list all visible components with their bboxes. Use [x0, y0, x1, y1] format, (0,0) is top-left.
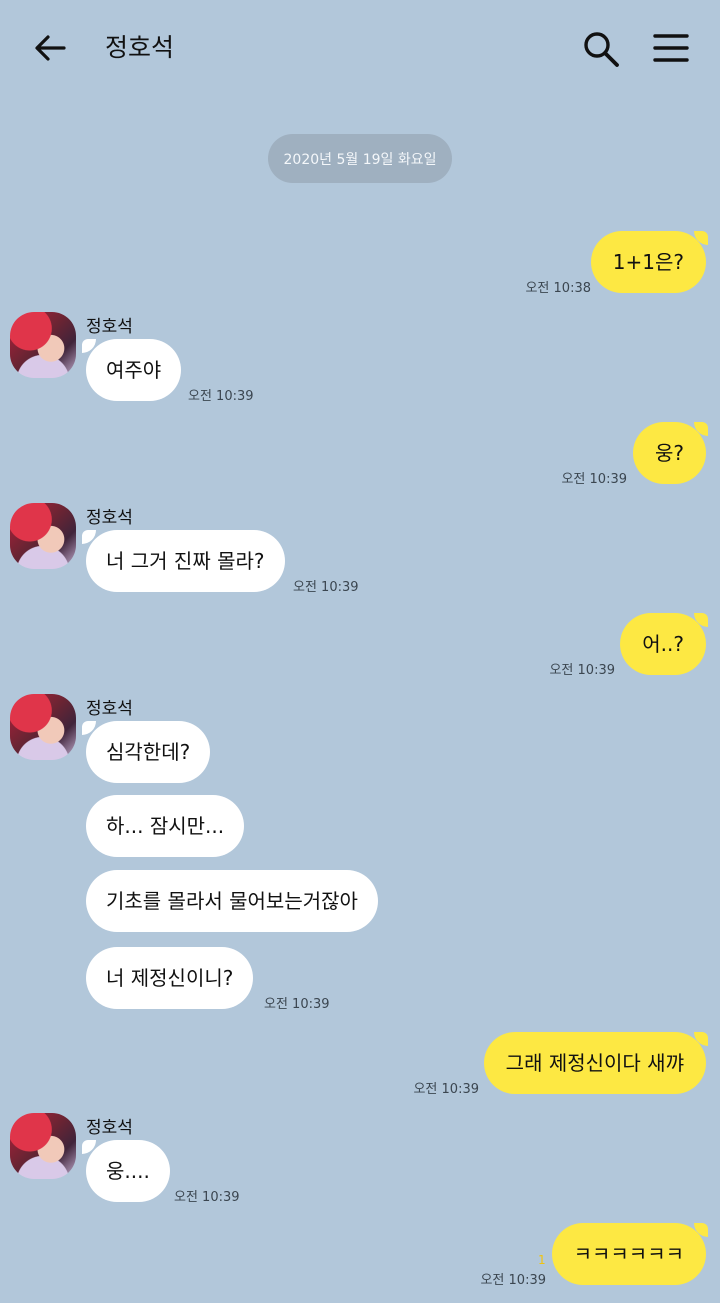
message-time: 오전 10:39: [293, 580, 359, 595]
sender-name: 정호석: [86, 1118, 133, 1138]
message-time: 오전 10:39: [413, 1082, 479, 1097]
message-text: 기초를 몰라서 물어보는거잖아: [106, 889, 358, 913]
my-message-bubble[interactable]: 웅?: [632, 422, 706, 484]
their-message-bubble[interactable]: 너 제정신이니?: [86, 947, 254, 1009]
their-message-bubble[interactable]: 기초를 몰라서 물어보는거잖아: [86, 870, 378, 932]
my-message-bubble[interactable]: 어..?: [620, 613, 706, 675]
sender-name: 정호석: [86, 699, 133, 719]
contact-avatar[interactable]: [10, 1113, 76, 1179]
message-time: 오전 10:38: [525, 281, 591, 296]
contact-avatar[interactable]: [10, 312, 76, 378]
their-message-bubble[interactable]: 심각한데?: [86, 721, 211, 783]
message-text: 어..?: [642, 632, 684, 656]
message-text: 1+1은?: [612, 250, 684, 274]
message-time: 오전 10:39: [264, 997, 330, 1012]
message-text: 심각한데?: [106, 740, 191, 764]
contact-avatar[interactable]: [10, 503, 76, 569]
my-message-bubble[interactable]: 그래 제정신이다 새꺄: [483, 1032, 706, 1094]
message-time: 오전 10:39: [480, 1273, 546, 1288]
my-message-bubble[interactable]: ㅋㅋㅋㅋㅋㅋ: [551, 1223, 706, 1285]
chat-title: 정호석: [105, 33, 175, 62]
message-text: 그래 제정신이다 새꺄: [505, 1051, 684, 1075]
my-message-bubble[interactable]: 1+1은?: [590, 231, 706, 293]
message-time: 오전 10:39: [561, 472, 627, 487]
message-text: 너 그거 진짜 몰라?: [106, 549, 265, 573]
date-divider: 2020년 5월 19일 화요일: [268, 134, 452, 183]
their-message-bubble[interactable]: 하... 잠시만...: [86, 795, 245, 857]
their-message-bubble[interactable]: 너 그거 진짜 몰라?: [86, 530, 285, 592]
search-icon[interactable]: [582, 30, 620, 68]
message-time: 오전 10:39: [174, 1190, 240, 1205]
message-time: 오전 10:39: [549, 663, 615, 678]
sender-name: 정호석: [86, 317, 133, 337]
contact-avatar[interactable]: [10, 694, 76, 760]
message-text: 웅?: [654, 441, 684, 465]
message-text: 웅....: [106, 1159, 150, 1183]
sender-name: 정호석: [86, 508, 133, 528]
message-time: 오전 10:39: [188, 389, 254, 404]
message-text: 여주야: [106, 358, 162, 382]
message-text: ㅋㅋㅋㅋㅋㅋ: [573, 1242, 684, 1266]
arrow-left-icon[interactable]: [32, 30, 68, 66]
their-message-bubble[interactable]: 여주야: [86, 339, 182, 401]
their-message-bubble[interactable]: 웅....: [86, 1140, 170, 1202]
hamburger-menu-icon[interactable]: [652, 33, 690, 63]
unread-count: 1: [538, 1253, 546, 1267]
message-text: 하... 잠시만...: [106, 814, 225, 838]
message-text: 너 제정신이니?: [106, 966, 234, 990]
